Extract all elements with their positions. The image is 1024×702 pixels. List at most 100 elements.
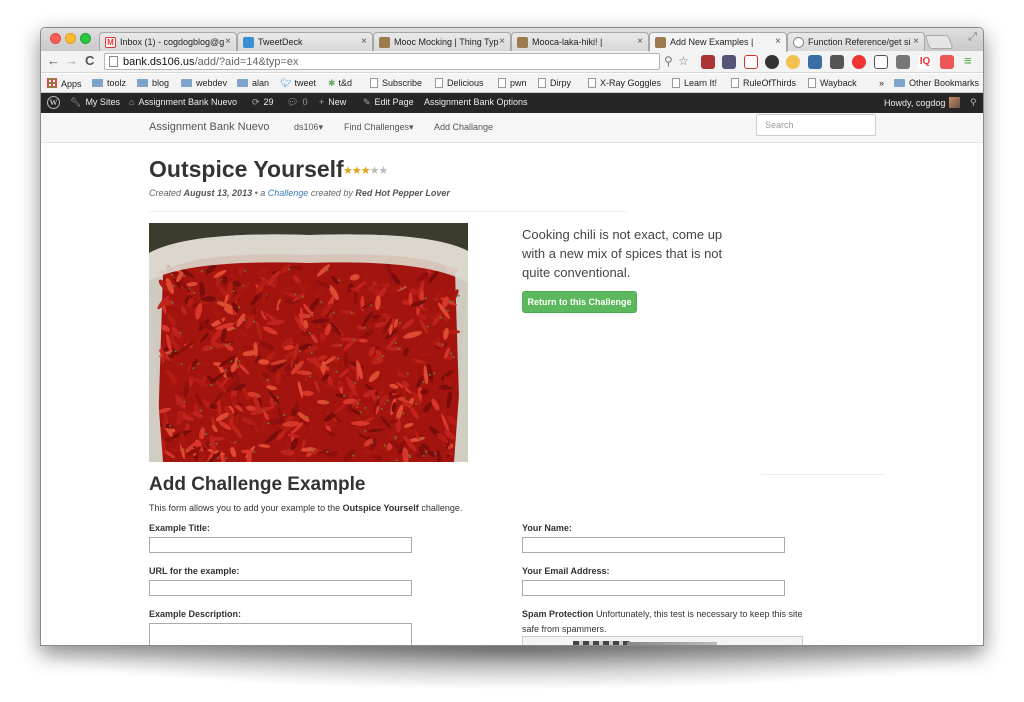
extension-icon[interactable] bbox=[786, 55, 800, 69]
site-brand[interactable]: Assignment Bank Nuevo bbox=[149, 121, 269, 133]
bookmark-apps[interactable]: Apps bbox=[47, 78, 82, 89]
bookmark-toolz[interactable]: toolz bbox=[92, 78, 126, 88]
avatar bbox=[949, 97, 961, 108]
bookmark-xray-goggles[interactable]: X-Ray Goggles bbox=[588, 78, 661, 88]
captcha-refresh-icon[interactable] bbox=[726, 645, 740, 646]
wordpress-logo-icon[interactable]: W bbox=[47, 96, 60, 109]
tab-close-icon[interactable]: × bbox=[913, 36, 919, 47]
extension-icon[interactable] bbox=[701, 55, 715, 69]
assignment-bank-options-link[interactable]: Assignment Bank Options bbox=[424, 97, 528, 107]
account-menu[interactable]: Howdy, cogdog bbox=[884, 97, 961, 108]
pencil-icon: ✎ bbox=[363, 97, 371, 107]
tab-close-icon[interactable]: × bbox=[499, 36, 505, 47]
form-intro: This form allows you to add your example… bbox=[149, 503, 463, 513]
window-close-button[interactable] bbox=[50, 33, 61, 44]
page-icon bbox=[109, 56, 118, 67]
email-input[interactable] bbox=[522, 580, 785, 596]
bookmark-pwn[interactable]: pwn bbox=[498, 78, 527, 88]
home-icon: ⌂ bbox=[129, 97, 135, 107]
bookmark-tweet[interactable]: 🐦︎ tweet bbox=[280, 78, 316, 89]
example-url-input[interactable] bbox=[149, 580, 412, 596]
iq-extension-icon[interactable]: IQ bbox=[918, 55, 932, 69]
example-title-input[interactable] bbox=[149, 537, 412, 553]
bookmark-dirpy[interactable]: Dirpy bbox=[538, 78, 571, 88]
tab-add-new-examples[interactable]: Add New Examples | × bbox=[649, 32, 787, 52]
cast-icon[interactable] bbox=[874, 55, 888, 69]
bookmark-delicious[interactable]: Delicious bbox=[435, 78, 484, 88]
address-bar[interactable]: bank.ds106.us/add/?aid=14&typ=ex bbox=[104, 53, 660, 70]
new-content-menu[interactable]: + New bbox=[319, 97, 346, 107]
tab-label: Inbox (1) - cogdogblog@g bbox=[120, 37, 225, 47]
bookmark-learn-it[interactable]: Learn It! bbox=[672, 78, 717, 88]
nav-add-challange[interactable]: Add Challange bbox=[434, 122, 493, 132]
extension-icon[interactable] bbox=[808, 55, 822, 69]
comments-link[interactable]: 💬︎ 0 bbox=[287, 97, 307, 108]
bookmarks-overflow-button[interactable]: » bbox=[879, 78, 884, 88]
wp-admin-bar: W 🔧︎ My Sites ⌂ Assignment Bank Nuevo ⟳ 29 … bbox=[41, 93, 983, 113]
edit-page-link[interactable]: ✎ Edit Page bbox=[363, 97, 414, 108]
gmail-extension-icon[interactable] bbox=[744, 55, 758, 69]
challenge-type-link[interactable]: Challenge bbox=[268, 188, 309, 198]
tab-close-icon[interactable]: × bbox=[225, 36, 231, 47]
star-icon: ★ bbox=[351, 165, 362, 177]
tab-function-reference[interactable]: Function Reference/get si × bbox=[787, 32, 925, 51]
page-icon bbox=[370, 78, 378, 88]
updates-link[interactable]: ⟳ 29 bbox=[252, 97, 274, 108]
tab-close-icon[interactable]: × bbox=[637, 36, 643, 47]
bookmark-other[interactable]: Other Bookmarks bbox=[894, 78, 979, 88]
extension-icon[interactable] bbox=[940, 55, 954, 69]
site-favicon-icon bbox=[379, 37, 390, 48]
forward-icon[interactable]: → bbox=[65, 53, 78, 68]
tab-close-icon[interactable]: × bbox=[361, 36, 367, 47]
caret-down-icon: ▾ bbox=[318, 122, 324, 132]
menu-icon[interactable]: ≡ bbox=[964, 53, 972, 68]
fullscreen-icon[interactable]: ⤢ bbox=[968, 31, 977, 44]
star-icon: ★ bbox=[360, 165, 371, 177]
back-icon[interactable]: ← bbox=[47, 53, 60, 68]
bookmark-subscribe[interactable]: Subscribe bbox=[370, 78, 422, 88]
tab-mooc-mocking[interactable]: Mooc Mocking | Thing Typ × bbox=[373, 32, 511, 51]
reload-icon[interactable]: C bbox=[85, 53, 94, 68]
tab-close-icon[interactable]: × bbox=[775, 36, 781, 47]
bookmark-td[interactable]: ✱ t&d bbox=[328, 78, 352, 89]
star-icon: ★ bbox=[369, 165, 380, 177]
tab-gmail[interactable]: M Inbox (1) - cogdogblog@g × bbox=[99, 32, 237, 51]
window-minimize-button[interactable] bbox=[65, 33, 76, 44]
url-path: /add/?aid=14&typ=ex bbox=[194, 56, 299, 68]
new-tab-button[interactable] bbox=[924, 35, 954, 49]
search-icon[interactable]: ⚲ bbox=[664, 54, 673, 68]
extension-icon[interactable] bbox=[722, 55, 736, 69]
search-icon[interactable]: ⚲ bbox=[970, 97, 977, 108]
search-input[interactable]: Search bbox=[756, 114, 876, 136]
tab-label: Mooca-laka-hiki! | bbox=[532, 37, 603, 47]
tab-tweetdeck[interactable]: TweetDeck × bbox=[237, 32, 373, 51]
extension-icon[interactable] bbox=[896, 55, 910, 69]
tab-mooca-laka[interactable]: Mooca-laka-hiki! | × bbox=[511, 32, 649, 51]
example-description-textarea[interactable] bbox=[149, 623, 412, 645]
bookmark-webdev[interactable]: webdev bbox=[181, 78, 227, 88]
extension-icon[interactable] bbox=[852, 55, 866, 69]
captcha-text-image bbox=[573, 641, 631, 645]
window-maximize-button[interactable] bbox=[80, 33, 91, 44]
captcha-widget[interactable] bbox=[522, 636, 803, 646]
nav-ds106[interactable]: ds106▾ bbox=[294, 122, 323, 133]
rating-stars[interactable]: ★★★★★ bbox=[343, 164, 388, 177]
bookmark-ruleofthirds[interactable]: RuleOfThirds bbox=[731, 78, 796, 88]
site-name-menu[interactable]: ⌂ Assignment Bank Nuevo bbox=[129, 97, 237, 107]
extension-icon[interactable] bbox=[765, 55, 779, 69]
extension-icon[interactable] bbox=[830, 55, 844, 69]
page-title: Outspice Yourself bbox=[149, 156, 344, 182]
bookmark-blog[interactable]: blog bbox=[137, 78, 169, 88]
tab-label: Function Reference/get si bbox=[808, 37, 911, 47]
my-sites-menu[interactable]: 🔧︎ My Sites bbox=[70, 97, 120, 108]
nav-find-challenges[interactable]: Find Challenges▾ bbox=[344, 122, 414, 133]
your-name-input[interactable] bbox=[522, 537, 785, 553]
bookmark-wayback[interactable]: Wayback bbox=[808, 78, 857, 88]
bookmark-star-icon[interactable]: ☆ bbox=[678, 54, 689, 68]
bookmark-alan[interactable]: alan bbox=[237, 78, 269, 88]
page-icon bbox=[435, 78, 443, 88]
return-to-challenge-button[interactable]: Return to this Challenge bbox=[522, 291, 637, 313]
browser-window: M Inbox (1) - cogdogblog@g × TweetDeck ×… bbox=[40, 27, 984, 646]
folder-icon bbox=[181, 79, 192, 87]
email-label: Your Email Address: bbox=[522, 566, 610, 576]
